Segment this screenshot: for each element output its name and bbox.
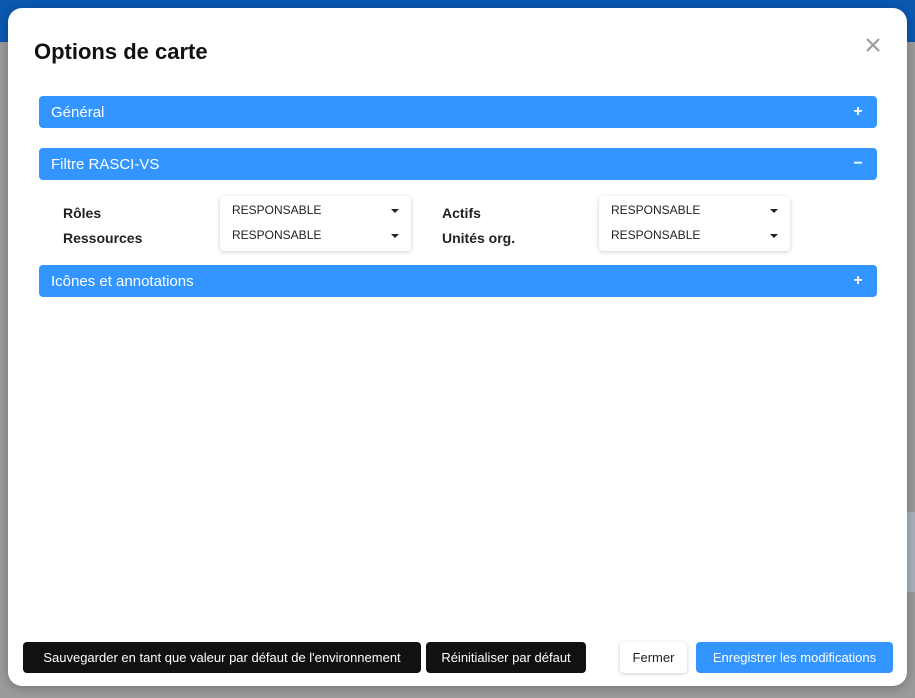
- section-rasci-label: Filtre RASCI-VS: [51, 155, 160, 173]
- ressources-select-value: RESPONSABLE: [232, 228, 322, 242]
- ressources-select[interactable]: RESPONSABLE: [220, 223, 411, 248]
- section-rasci-filter[interactable]: Filtre RASCI-VS −: [39, 148, 877, 180]
- close-icon-glyph: [866, 38, 880, 52]
- caret-down-icon: [391, 209, 399, 213]
- caret-down-icon: [391, 234, 399, 238]
- actifs-select[interactable]: RESPONSABLE: [599, 198, 790, 223]
- roles-label: Rôles: [63, 205, 102, 221]
- section-icons-label: Icônes et annotations: [51, 272, 194, 290]
- section-general[interactable]: Général +: [39, 96, 877, 128]
- actifs-label: Actifs: [442, 205, 481, 221]
- unites-label: Unités org.: [442, 230, 516, 246]
- roles-select[interactable]: RESPONSABLE: [220, 198, 411, 223]
- actifs-select-value: RESPONSABLE: [611, 203, 701, 217]
- expand-icon: +: [853, 272, 863, 289]
- map-options-dialog: Options de carte Général + Filtre RASCI-…: [8, 8, 907, 686]
- section-icons-annotations[interactable]: Icônes et annotations +: [39, 265, 877, 297]
- collapse-icon: −: [853, 155, 863, 172]
- save-changes-button[interactable]: Enregistrer les modifications: [696, 642, 893, 673]
- reset-default-button[interactable]: Réinitialiser par défaut: [426, 642, 586, 673]
- caret-down-icon: [770, 209, 778, 213]
- caret-down-icon: [770, 234, 778, 238]
- expand-icon: +: [853, 103, 863, 120]
- ressources-label: Ressources: [63, 230, 143, 246]
- close-icon[interactable]: [863, 34, 883, 54]
- section-general-label: Général: [51, 103, 105, 121]
- close-button[interactable]: Fermer: [620, 642, 687, 673]
- roles-select-value: RESPONSABLE: [232, 203, 322, 217]
- save-as-default-button[interactable]: Sauvegarder en tant que valeur par défau…: [23, 642, 421, 673]
- dialog-title: Options de carte: [34, 39, 208, 64]
- unites-select-value: RESPONSABLE: [611, 228, 701, 242]
- unites-select[interactable]: RESPONSABLE: [599, 223, 790, 248]
